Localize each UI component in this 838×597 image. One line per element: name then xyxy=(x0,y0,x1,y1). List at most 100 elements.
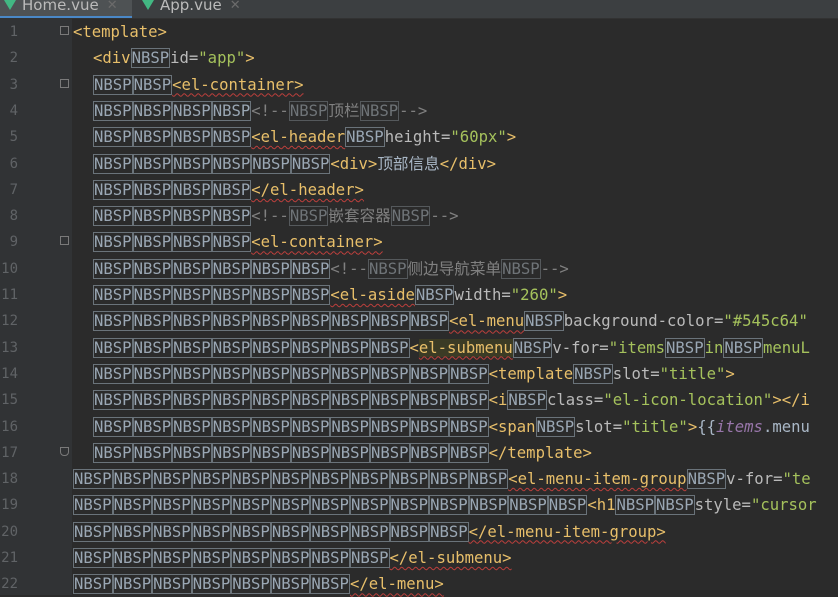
code-line[interactable]: 6 NBSP NBSP NBSP NBSP NBSP NBSP<div>顶部信息</div> xyxy=(0,151,838,177)
code-text: NBSP NBSP NBSP NBSP NBSP NBSP<div>顶部信息</div> xyxy=(93,151,496,177)
fold-toggle-icon[interactable] xyxy=(60,78,69,88)
nbsp-marker: NBSP xyxy=(665,337,705,358)
line-number: 5 xyxy=(9,129,18,146)
nbsp-marker: NBSP xyxy=(369,390,410,411)
nbsp-marker: NBSP xyxy=(330,416,370,437)
code-token: items xyxy=(715,417,763,436)
fold-toggle-icon[interactable] xyxy=(60,446,69,456)
nbsp-marker: NBSP xyxy=(132,416,173,437)
code-token: "title" xyxy=(622,417,688,436)
code-token: > xyxy=(725,364,735,383)
code-line[interactable]: 14 NBSP NBSP NBSP NBSP NBSP NBSP NBSP NBSP NBSP NB… xyxy=(0,361,838,387)
line-number: 14 xyxy=(1,365,18,382)
line-number: 10 xyxy=(1,260,18,277)
nbsp-marker: NBSP xyxy=(449,416,489,437)
code-line[interactable]: 12 NBSP NBSP NBSP NBSP NBSP NBSP NBSP NBSP NBSP<e… xyxy=(0,308,838,334)
nbsp-marker: NBSP xyxy=(429,495,469,516)
code-line[interactable]: 16 NBSP NBSP NBSP NBSP NBSP NBSP NBSP NBSP NBSP NB… xyxy=(0,414,838,440)
nbsp-marker: NBSP xyxy=(73,495,113,516)
code-token: ></i xyxy=(772,391,810,410)
nbsp-marker: NBSP xyxy=(93,337,133,358)
line-number: 7 xyxy=(9,181,18,198)
nbsp-marker: NBSP xyxy=(93,416,133,437)
nbsp-marker: NBSP xyxy=(93,311,133,332)
nbsp-marker: NBSP xyxy=(112,521,153,542)
nbsp-marker: NBSP xyxy=(211,416,252,437)
nbsp-marker: NBSP xyxy=(93,127,133,148)
code-line[interactable]: 13 NBSP NBSP NBSP NBSP NBSP NBSP NBSP NBSP<el-su… xyxy=(0,335,838,361)
nbsp-marker: NBSP xyxy=(349,495,390,516)
code-text: NBSP NBSP NBSP NBSP NBSP NBSP NBSP NBSP</el-sub… xyxy=(73,545,512,571)
vue-file-icon xyxy=(142,0,154,10)
code-token: "cursor xyxy=(750,496,817,515)
nbsp-marker: NBSP xyxy=(251,442,291,463)
nbsp-marker: NBSP xyxy=(349,548,390,568)
code-text: NBSP NBSP NBSP NBSP NBSP NBSP NBSP NBSP NBSP NBSP… xyxy=(73,466,811,492)
line-number: 9 xyxy=(9,234,18,251)
nbsp-marker: NBSP xyxy=(251,311,291,332)
code-line[interactable]: 4 NBSP NBSP NBSP NBSP<!--NBSP顶栏NBSP--> xyxy=(0,98,838,124)
code-token: background-color= xyxy=(563,312,724,331)
tab-app-vue[interactable]: App.vue ✕ xyxy=(138,0,258,16)
nbsp-marker: NBSP xyxy=(359,100,400,121)
code-line[interactable]: 20 NBSP NBSP NBSP NBSP NBSP NBSP NBSP NBSP NBSP NB… xyxy=(0,519,838,545)
code-line[interactable]: 3 NBSP NBSP<el-container> xyxy=(0,72,838,98)
code-line[interactable]: 5 NBSP NBSP NBSP NBSP<el-headerNBSPheight="6… xyxy=(0,124,838,150)
code-line[interactable]: 9 NBSP NBSP NBSP NBSP<el-container> xyxy=(0,229,838,255)
code-line[interactable]: 22 NBSP NBSP NBSP NBSP NBSP NBSP NBSP</el-menu> xyxy=(0,571,838,597)
code-token: <div> xyxy=(330,154,378,173)
code-token: <el-container> xyxy=(172,75,304,94)
nbsp-marker: NBSP xyxy=(93,179,133,200)
code-text: NBSP NBSP NBSP NBSP NBSP NBSP NBSP NBSP NBSP NBSP… xyxy=(93,414,810,440)
tab-home-vue[interactable]: Home.vue ✕ xyxy=(0,0,132,18)
code-line[interactable]: 15 NBSP NBSP NBSP NBSP NBSP NBSP NBSP NBSP NBSP NB… xyxy=(0,387,838,413)
fold-toggle-icon[interactable] xyxy=(60,236,69,246)
nbsp-marker: NBSP xyxy=(290,442,331,463)
nbsp-marker: NBSP xyxy=(409,311,450,332)
close-icon[interactable]: ✕ xyxy=(230,0,241,13)
code-line[interactable]: 17 NBSP NBSP NBSP NBSP NBSP NBSP NBSP NBSP NBSP NB… xyxy=(0,440,838,466)
nbsp-marker: NBSP xyxy=(512,337,553,358)
code-token: slot= xyxy=(612,364,660,383)
nbsp-marker: NBSP xyxy=(330,363,370,384)
nbsp-marker: NBSP xyxy=(468,469,509,490)
code-line[interactable]: 19 NBSP NBSP NBSP NBSP NBSP NBSP NBSP NBSP NBSP NB… xyxy=(0,492,838,518)
code-line[interactable]: 18 NBSP NBSP NBSP NBSP NBSP NBSP NBSP NBSP NBSP NB… xyxy=(0,466,838,492)
code-token: class= xyxy=(546,391,604,410)
nbsp-marker: NBSP xyxy=(310,469,350,490)
nbsp-marker: NBSP xyxy=(93,100,133,121)
code-token: <div xyxy=(93,49,131,68)
nbsp-marker: NBSP xyxy=(723,337,763,358)
nbsp-marker: NBSP xyxy=(73,574,113,595)
code-line[interactable]: 1 <template> xyxy=(0,19,838,45)
code-token: --> xyxy=(540,259,569,278)
close-icon[interactable]: ✕ xyxy=(107,0,118,13)
nbsp-marker: NBSP xyxy=(172,363,212,384)
nbsp-marker: NBSP xyxy=(172,285,212,305)
code-line[interactable]: 11 NBSP NBSP NBSP NBSP NBSP NBSP<el-asideNBSPw… xyxy=(0,282,838,308)
code-line[interactable]: 10 NBSP NBSP NBSP NBSP NBSP NBSP<!--NBSP侧边导航菜单… xyxy=(0,256,838,282)
code-line[interactable]: 8 NBSP NBSP NBSP NBSP<!--NBSP嵌套容器NBSP--> xyxy=(0,203,838,229)
nbsp-marker: NBSP xyxy=(310,548,350,568)
code-editor[interactable]: 1 <template> 2 <divNBSPid="app"> 3 NBSP NBSP<e… xyxy=(0,18,838,595)
nbsp-marker: NBSP xyxy=(93,363,133,384)
nbsp-marker: NBSP xyxy=(573,363,613,384)
nbsp-marker: NBSP xyxy=(211,179,252,200)
nbsp-marker: NBSP xyxy=(449,363,489,384)
code-token: <el-header xyxy=(251,128,346,147)
line-number: 19 xyxy=(1,497,18,514)
nbsp-marker: NBSP xyxy=(251,390,291,411)
code-line[interactable]: 21 NBSP NBSP NBSP NBSP NBSP NBSP NBSP NBSP</el-s… xyxy=(0,545,838,571)
fold-toggle-icon[interactable] xyxy=(60,26,69,35)
line-number: 15 xyxy=(1,392,18,409)
nbsp-marker: NBSP xyxy=(290,285,331,305)
code-token: "260" xyxy=(510,286,558,304)
code-token: > xyxy=(245,49,255,68)
code-line[interactable]: 7 NBSP NBSP NBSP NBSP</el-header> xyxy=(0,177,838,203)
nbsp-marker: NBSP xyxy=(132,337,173,358)
nbsp-marker: NBSP xyxy=(152,495,192,516)
nbsp-marker: NBSP xyxy=(191,495,232,516)
code-token: "te xyxy=(782,470,811,489)
code-line[interactable]: 2 <divNBSPid="app"> xyxy=(0,45,838,71)
nbsp-marker: NBSP xyxy=(73,469,113,490)
